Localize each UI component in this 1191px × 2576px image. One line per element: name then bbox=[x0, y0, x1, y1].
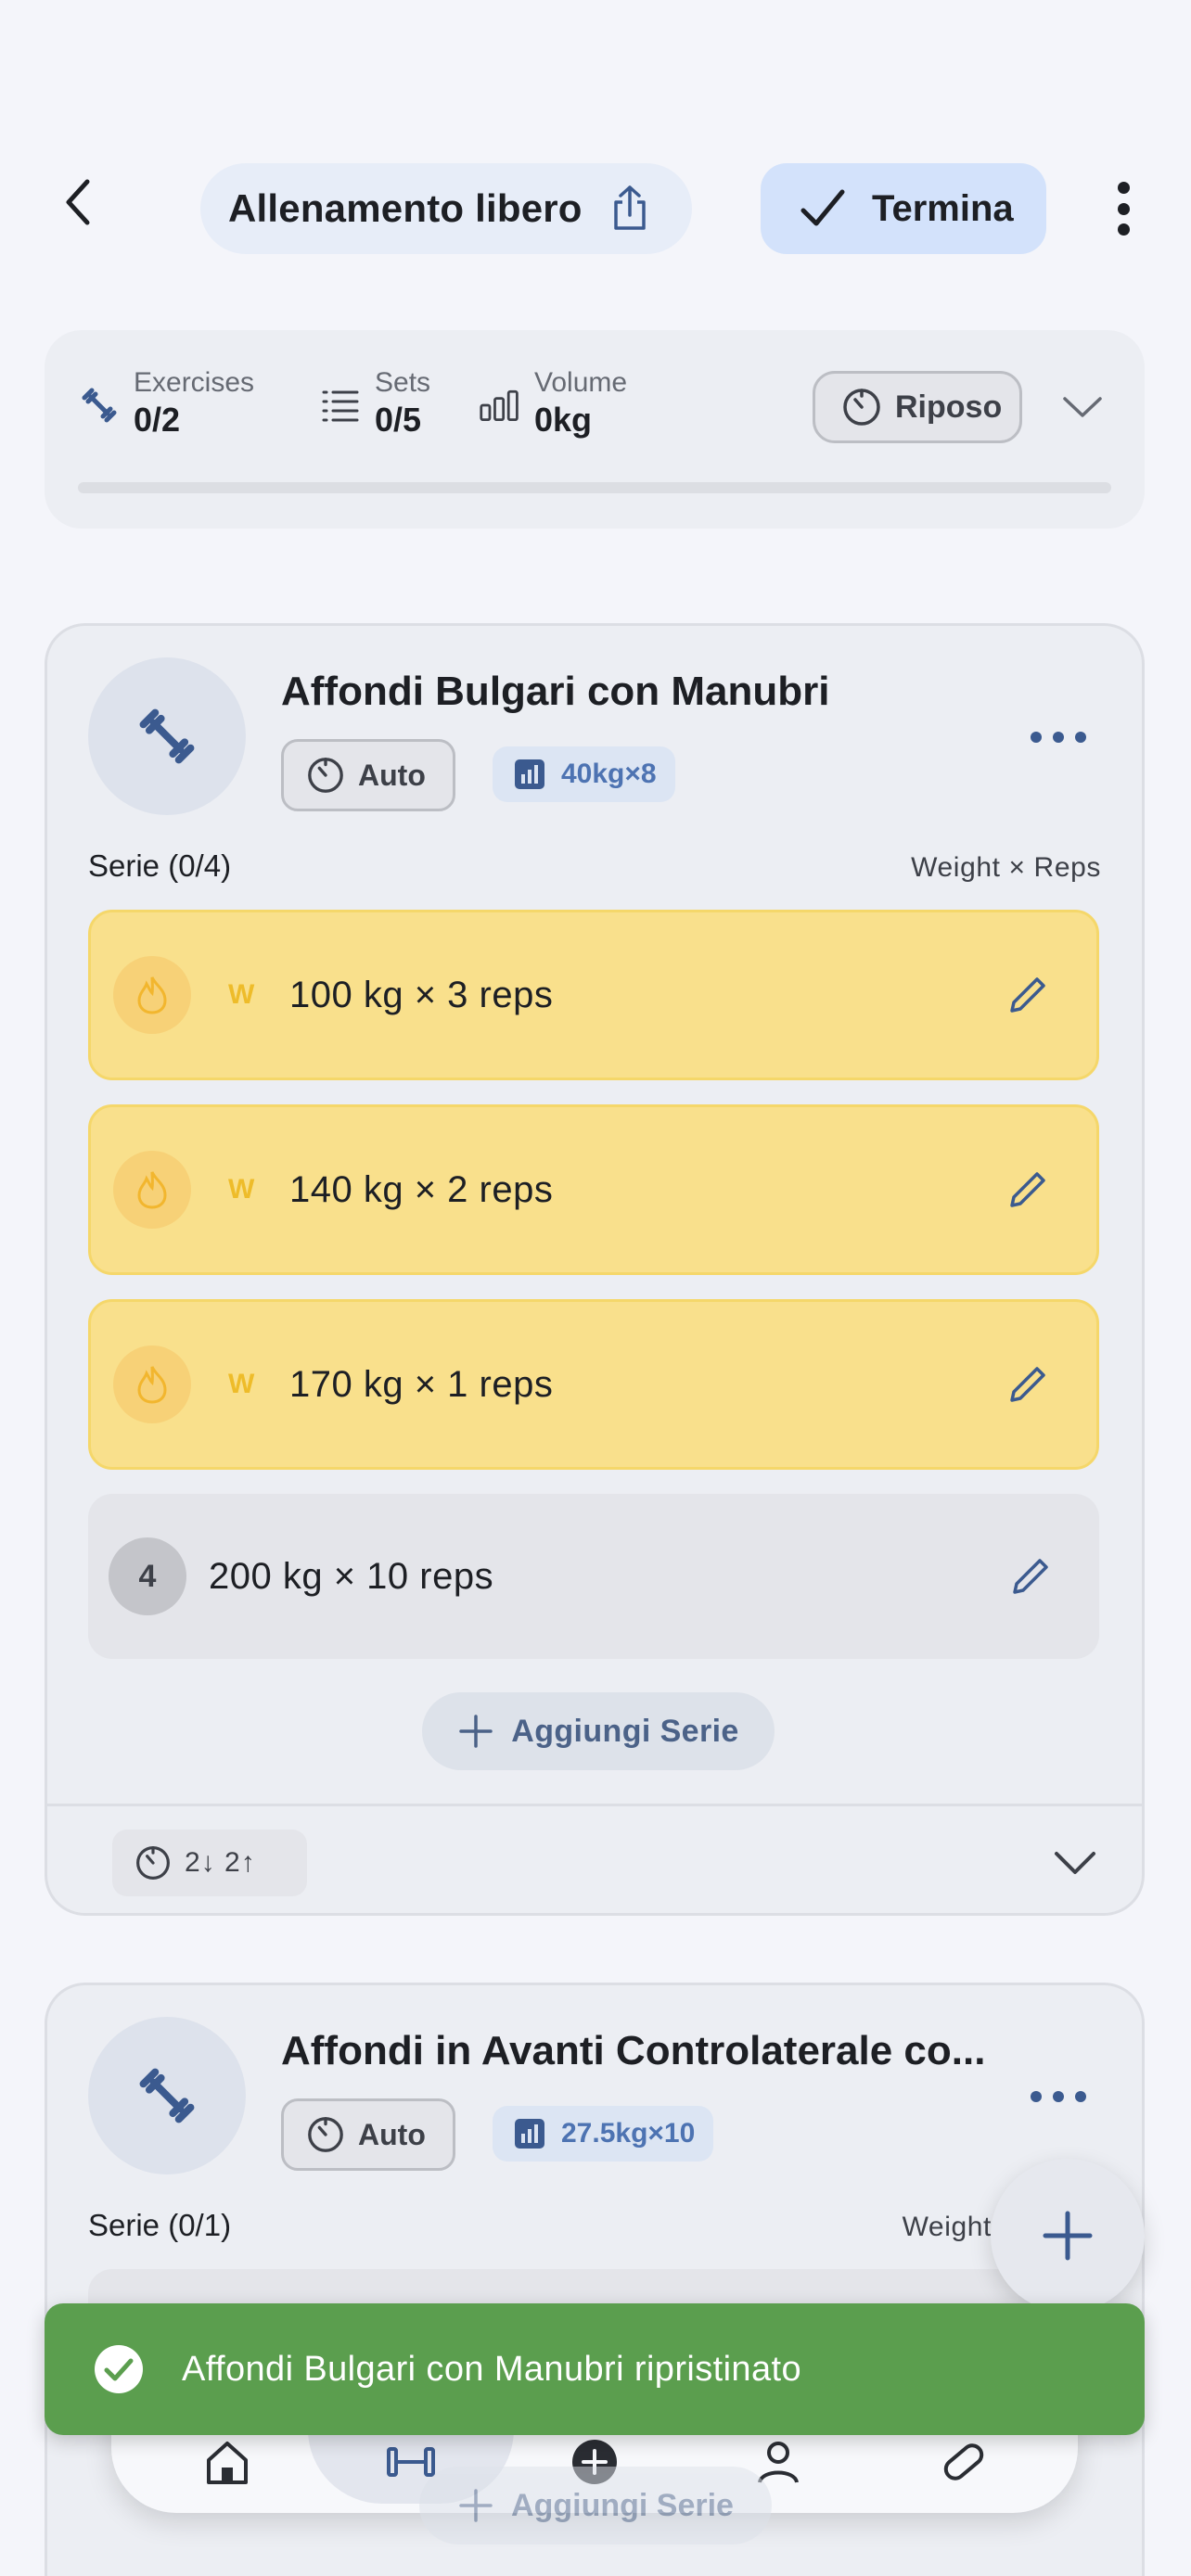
share-icon[interactable] bbox=[607, 183, 653, 235]
set-text: 100 kg × 3 reps bbox=[289, 974, 554, 1015]
add-exercise-fab[interactable] bbox=[991, 2159, 1145, 2313]
dumbbell-icon bbox=[139, 2068, 195, 2123]
flame-icon bbox=[113, 1151, 191, 1229]
set-text: 170 kg × 1 reps bbox=[289, 1363, 554, 1405]
plus-icon bbox=[1043, 2211, 1093, 2261]
pill-icon[interactable] bbox=[931, 2429, 996, 2494]
exercise-title[interactable]: Affondi Bulgari con Manubri bbox=[281, 669, 830, 715]
add-series-label: Aggiungi Serie bbox=[511, 1713, 739, 1749]
dumbbell-icon bbox=[139, 708, 195, 764]
timer-mode-chip[interactable]: Auto bbox=[281, 2098, 455, 2171]
plus-icon bbox=[459, 1715, 493, 1748]
record-label: 40kg×8 bbox=[561, 759, 657, 789]
exercise-title[interactable]: Affondi in Avanti Controlaterale co... bbox=[281, 2028, 985, 2074]
set-number: 4 bbox=[109, 1537, 186, 1615]
list-icon bbox=[319, 384, 362, 427]
exercise-menu-button[interactable] bbox=[1031, 728, 1086, 746]
stats-icon bbox=[515, 759, 544, 789]
record-chip[interactable]: 27.5kg×10 bbox=[493, 2106, 714, 2162]
series-header: Serie (0/4) bbox=[88, 848, 232, 883]
timer-mode-label: Auto bbox=[358, 2117, 426, 2151]
rest-label: Riposo bbox=[895, 389, 1003, 425]
edit-pencil-icon[interactable] bbox=[1000, 1162, 1056, 1218]
exercises-caption: Exercises bbox=[134, 367, 255, 398]
more-horiz-icon bbox=[1031, 2091, 1042, 2102]
timer-icon bbox=[136, 1846, 170, 1880]
finish-workout-button[interactable]: Termina bbox=[761, 163, 1046, 254]
warmup-marker: W bbox=[228, 1369, 255, 1399]
set-text: 140 kg × 2 reps bbox=[289, 1168, 554, 1210]
stat-sets: Sets 0/5 bbox=[319, 367, 430, 441]
stats-icon bbox=[515, 2119, 544, 2149]
exercise-avatar[interactable] bbox=[88, 2017, 246, 2174]
more-horiz-icon bbox=[1031, 732, 1042, 743]
flame-icon bbox=[113, 1345, 191, 1423]
finish-label: Termina bbox=[872, 187, 1014, 229]
exercise-avatar[interactable] bbox=[88, 657, 246, 815]
rest-summary: 2↓ 2↑ bbox=[185, 1847, 256, 1878]
record-label: 27.5kg×10 bbox=[561, 2118, 696, 2149]
more-vert-icon bbox=[1117, 182, 1130, 194]
add-series-label: Aggiungi Serie bbox=[511, 2487, 734, 2523]
add-series-button-ghost: Aggiungi Serie bbox=[419, 2467, 772, 2544]
back-button[interactable] bbox=[48, 172, 108, 232]
set-row[interactable]: W 170 kg × 1 reps bbox=[88, 1299, 1099, 1470]
plus-icon bbox=[459, 2489, 493, 2522]
rest-timer-button[interactable]: Riposo bbox=[813, 371, 1022, 443]
timer-mode-chip[interactable]: Auto bbox=[281, 739, 455, 811]
exercise-card: Affondi Bulgari con Manubri Auto 40kg×8 … bbox=[45, 623, 1145, 1916]
add-series-button[interactable]: Aggiungi Serie bbox=[422, 1692, 775, 1770]
sets-caption: Sets bbox=[375, 367, 431, 398]
record-chip[interactable]: 40kg×8 bbox=[493, 746, 675, 802]
bar-chart-icon bbox=[479, 384, 521, 427]
column-header: Weight bbox=[902, 2212, 992, 2242]
set-row[interactable]: 4 200 kg × 10 reps bbox=[88, 1494, 1099, 1659]
volume-caption: Volume bbox=[534, 367, 628, 398]
rest-summary-chip[interactable]: 2↓ 2↑ bbox=[112, 1830, 307, 1896]
expand-stats-chevron-icon[interactable] bbox=[1059, 384, 1106, 430]
edit-pencil-icon[interactable] bbox=[1000, 1357, 1056, 1412]
timer-icon bbox=[308, 758, 343, 793]
timer-mode-label: Auto bbox=[358, 758, 426, 792]
warmup-marker: W bbox=[228, 1174, 255, 1205]
workout-title: Allenamento libero bbox=[228, 186, 583, 230]
stat-volume: Volume 0kg bbox=[479, 367, 627, 441]
more-options-button[interactable] bbox=[1100, 176, 1146, 241]
set-row[interactable]: W 140 kg × 2 reps bbox=[88, 1104, 1099, 1275]
set-text: 200 kg × 10 reps bbox=[209, 1555, 494, 1597]
exercise-menu-button[interactable] bbox=[1031, 2087, 1086, 2106]
snackbar-message: Affondi Bulgari con Manubri ripristinato bbox=[182, 2349, 801, 2389]
sets-value: 0/5 bbox=[375, 401, 422, 439]
home-icon[interactable] bbox=[195, 2429, 260, 2494]
chevron-left-icon bbox=[66, 179, 90, 225]
snackbar: Affondi Bulgari con Manubri ripristinato bbox=[45, 2303, 1145, 2435]
flame-icon bbox=[113, 956, 191, 1034]
workout-title-pill[interactable]: Allenamento libero bbox=[200, 163, 692, 254]
set-row[interactable]: W 100 kg × 3 reps bbox=[88, 910, 1099, 1080]
expand-card-chevron-icon[interactable] bbox=[1049, 1837, 1101, 1889]
timer-icon bbox=[308, 2117, 343, 2152]
series-header: Serie (0/1) bbox=[88, 2208, 232, 2242]
timer-icon bbox=[843, 389, 880, 426]
column-header: Weight × Reps bbox=[911, 852, 1101, 883]
warmup-marker: W bbox=[228, 979, 255, 1010]
check-circle-icon bbox=[95, 2345, 143, 2393]
stat-exercises: Exercises 0/2 bbox=[78, 367, 254, 441]
edit-pencil-icon[interactable] bbox=[1003, 1549, 1058, 1604]
workout-stats-card: Exercises 0/2 Sets 0/5 Volume 0kg Riposo bbox=[45, 330, 1145, 529]
exercises-value: 0/2 bbox=[134, 401, 181, 439]
dumbbell-icon bbox=[78, 384, 121, 427]
card-divider bbox=[47, 1804, 1142, 1806]
check-icon bbox=[800, 189, 845, 226]
volume-value: 0kg bbox=[534, 401, 593, 439]
edit-pencil-icon[interactable] bbox=[1000, 967, 1056, 1023]
workout-progress-bar bbox=[78, 482, 1111, 493]
